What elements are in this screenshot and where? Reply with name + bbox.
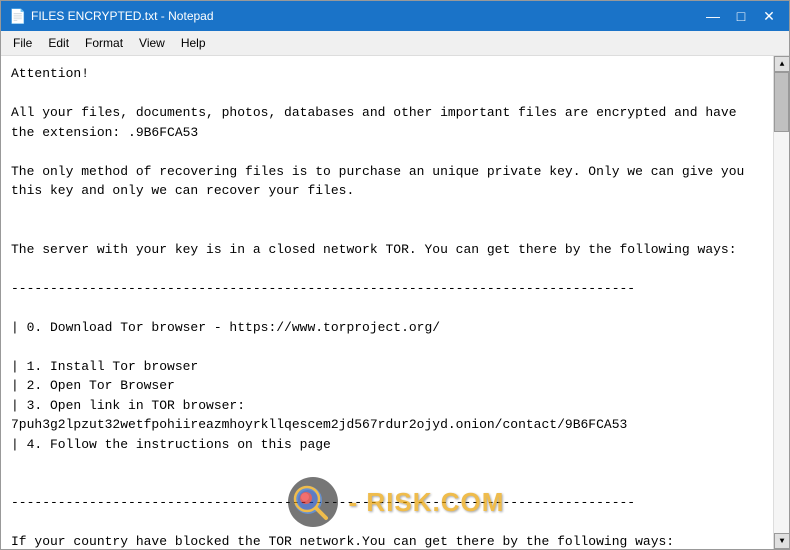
title-bar-left: 📄 FILES ENCRYPTED.txt - Notepad (9, 8, 214, 24)
menu-view[interactable]: View (131, 33, 173, 53)
notepad-icon: 📄 (9, 8, 25, 24)
title-bar: 📄 FILES ENCRYPTED.txt - Notepad — □ ✕ (1, 1, 789, 31)
minimize-button[interactable]: — (701, 6, 725, 26)
menu-bar: File Edit Format View Help (1, 31, 789, 56)
maximize-button[interactable]: □ (729, 6, 753, 26)
menu-help[interactable]: Help (173, 33, 214, 53)
title-bar-controls: — □ ✕ (701, 6, 781, 26)
scroll-thumb[interactable] (774, 72, 789, 132)
close-button[interactable]: ✕ (757, 6, 781, 26)
text-editor[interactable]: Attention! All your files, documents, ph… (1, 56, 773, 549)
scroll-down-button[interactable]: ▼ (774, 533, 789, 549)
scroll-track[interactable] (774, 72, 789, 533)
menu-format[interactable]: Format (77, 33, 131, 53)
menu-edit[interactable]: Edit (40, 33, 77, 53)
menu-file[interactable]: File (5, 33, 40, 53)
scrollbar[interactable]: ▲ ▼ (773, 56, 789, 549)
scroll-up-button[interactable]: ▲ (774, 56, 789, 72)
content-area: Attention! All your files, documents, ph… (1, 56, 789, 549)
notepad-window: 📄 FILES ENCRYPTED.txt - Notepad — □ ✕ Fi… (0, 0, 790, 550)
window-title: FILES ENCRYPTED.txt - Notepad (31, 9, 214, 23)
